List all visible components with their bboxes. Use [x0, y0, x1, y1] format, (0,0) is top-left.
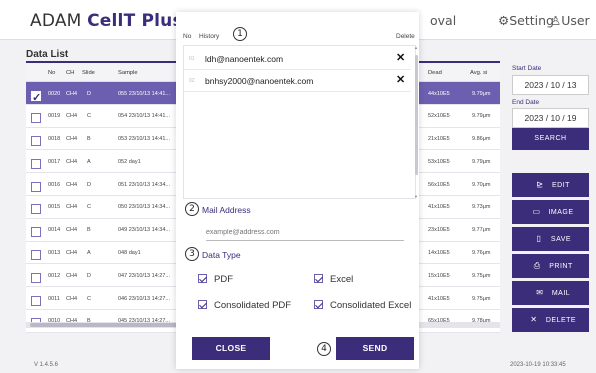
check-icon — [198, 300, 207, 309]
start-date-field[interactable]: 2023 / 10 / 13 — [512, 75, 589, 95]
row-checkbox[interactable] — [31, 158, 41, 169]
end-date-label: End Date — [512, 99, 540, 106]
row-checkbox[interactable] — [31, 204, 41, 215]
save-button[interactable]: ▯ SAVE — [512, 227, 589, 251]
image-icon: ▭ — [532, 207, 541, 216]
scrollbar-thumb[interactable] — [415, 55, 418, 175]
row-checkbox[interactable] — [31, 250, 41, 261]
marker-4: 4 — [317, 342, 331, 356]
mail-icon: ✉ — [536, 288, 544, 297]
data-list-title: Data List — [26, 49, 69, 60]
history-col-delete: Delete — [396, 33, 415, 40]
col-no[interactable]: No — [48, 70, 55, 76]
timestamp-label: 2023-10-19 10:33:45 — [510, 362, 566, 368]
col-avg-size[interactable]: Avg. si — [470, 70, 487, 76]
history-header: No History Delete — [183, 31, 419, 43]
marker-1: 1 — [233, 27, 247, 41]
scroll-down-icon[interactable]: ▼ — [414, 194, 418, 199]
history-col-history: History — [199, 33, 220, 40]
row-checkbox[interactable] — [31, 295, 41, 306]
history-email[interactable]: bnhsy2000@nanoentek.com — [205, 76, 313, 86]
nav-user[interactable]: ♙User — [550, 13, 590, 28]
row-checkbox[interactable] — [31, 227, 41, 238]
check-icon — [314, 300, 323, 309]
row-checkbox[interactable] — [31, 136, 41, 147]
history-col-no: No — [183, 33, 192, 40]
history-list: 01 ldh@nanoentek.com ✕ 02 bnhsy2000@nano… — [183, 45, 416, 199]
print-icon: ⎙ — [533, 261, 541, 270]
search-button[interactable]: SEARCH — [512, 128, 589, 150]
edit-button[interactable]: ⊵ EDIT — [512, 173, 589, 197]
history-email[interactable]: ldh@nanoentek.com — [205, 54, 283, 64]
mail-button[interactable]: ✉ MAIL — [512, 281, 589, 305]
delete-x-icon[interactable]: ✕ — [396, 73, 405, 86]
pdf-checkbox[interactable]: PDF — [198, 273, 233, 285]
close-icon: ✕ — [530, 315, 538, 324]
nav-setting[interactable]: ⚙Setting — [498, 13, 554, 28]
history-item[interactable]: 02 bnhsy2000@nanoentek.com ✕ — [184, 70, 411, 92]
consolidated-excel-checkbox[interactable]: Consolidated Excel — [314, 299, 411, 311]
consolidated-pdf-checkbox[interactable]: Consolidated PDF — [198, 299, 291, 311]
row-checkbox[interactable] — [31, 113, 41, 124]
marker-2: 2 — [185, 202, 199, 216]
print-button[interactable]: ⎙ PRINT — [512, 254, 589, 278]
marker-3: 3 — [185, 247, 199, 261]
col-ch[interactable]: CH — [66, 70, 74, 76]
row-checkbox[interactable] — [31, 181, 41, 192]
save-icon: ▯ — [536, 234, 542, 243]
edit-icon: ⊵ — [536, 180, 544, 189]
end-date-field[interactable]: 2023 / 10 / 19 — [512, 108, 589, 128]
check-icon — [198, 274, 207, 283]
mail-dialog: No History Delete 1 01 ldh@nanoentek.com… — [176, 12, 419, 369]
start-date-label: Start Date — [512, 65, 542, 72]
send-button[interactable]: SEND — [336, 337, 414, 360]
data-type-label: Data Type — [202, 250, 241, 260]
delete-x-icon[interactable]: ✕ — [396, 51, 405, 64]
app-title: ADAM CellT Plus — [30, 11, 183, 31]
history-scrollbar[interactable]: ▲ ▼ — [414, 45, 419, 199]
check-icon: ✓ — [32, 91, 42, 104]
scroll-up-icon[interactable]: ▲ — [414, 45, 418, 50]
version-label: V 1.4.5.6 — [34, 362, 59, 368]
close-button[interactable]: CLOSE — [192, 337, 270, 360]
excel-checkbox[interactable]: Excel — [314, 273, 353, 285]
check-icon — [314, 274, 323, 283]
nav-approval[interactable]: oval — [430, 13, 456, 28]
delete-button[interactable]: ✕ DELETE — [512, 308, 589, 332]
mail-address-input[interactable] — [206, 225, 404, 241]
col-sample[interactable]: Sample — [118, 70, 138, 76]
mail-address-label: Mail Address — [202, 205, 251, 215]
col-dead[interactable]: Dead — [428, 70, 442, 76]
col-slide[interactable]: Slide — [82, 70, 95, 76]
image-button[interactable]: ▭ IMAGE — [512, 200, 589, 224]
row-checkbox[interactable] — [31, 272, 41, 283]
history-item[interactable]: 01 ldh@nanoentek.com ✕ — [184, 48, 411, 70]
